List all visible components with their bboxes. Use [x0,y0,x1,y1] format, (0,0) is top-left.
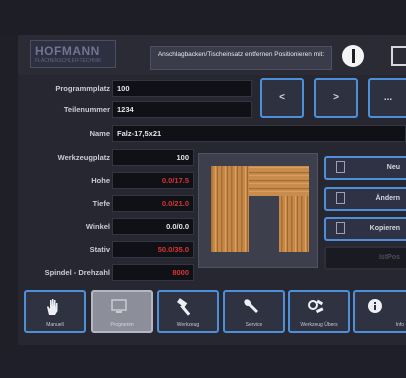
tools-overview-icon [308,299,324,314]
new-button[interactable]: Neu [324,156,406,180]
monitor-icon [111,299,127,313]
tab-info-label: Info [395,322,404,328]
label-name: Name [89,129,110,138]
edit-button[interactable]: Ändern [324,187,406,211]
label-teilenummer: Teilenummer [63,105,110,114]
label-spindel: Spindel - Drehzahl [44,268,110,277]
tab-service[interactable]: Service [223,290,285,333]
programmplatz-field[interactable]: 100 [112,80,252,97]
label-hohe: Hohe [91,176,110,185]
top-blank-area [0,0,406,35]
tab-werkzeug-ubers-label: Werkzeug Übers [300,322,338,328]
tab-info[interactable]: Info [353,290,406,333]
spindel-field[interactable]: 8000 [112,264,194,281]
tab-programm[interactable]: Programm [91,290,153,333]
istpos-label: IstPos [378,254,400,261]
wrench-icon [244,299,258,313]
tab-werkzeug-label: Werkzeug [176,322,200,328]
status-message: Anschlagbacken/Tischeinsatz entfernen Po… [150,46,332,70]
hohe-field[interactable]: 0.0/17.5 [112,172,194,189]
prev-button[interactable]: < [260,78,304,118]
logo-text: HOFMANN [35,44,100,58]
copy-document-icon [336,222,345,234]
label-programmplatz: Programmplatz [55,84,110,93]
tab-programm-label: Programm [110,322,134,328]
info-icon-bar [352,49,355,63]
istpos-button[interactable]: IstPos [324,246,406,270]
copy-button[interactable]: Kopieren [324,217,406,241]
label-tiefe: Tiefe [92,199,110,208]
info-tab-icon [368,299,382,313]
hand-icon [47,299,58,315]
stativ-field[interactable]: 50.0/35.0 [112,241,194,258]
tiefe-field[interactable]: 0.0/21.0 [112,195,194,212]
name-field[interactable]: Falz-17,5x21 [112,125,406,142]
label-stativ: Stativ [89,245,110,254]
new-label: Neu [386,164,400,171]
tab-manuell[interactable]: Manuell [24,290,86,333]
more-button[interactable]: ... [368,78,406,118]
calculator-icon[interactable] [391,46,406,66]
new-document-icon [336,161,345,173]
wood-profile-image [211,166,309,252]
copy-label: Kopieren [369,225,400,232]
tab-werkzeug-ubers[interactable]: Werkzeug Übers [288,290,350,333]
label-werkzeugplatz: Werkzeugplatz [57,153,110,162]
bottom-blank-area [0,345,406,378]
winkel-field[interactable]: 0.0/0.0 [112,218,194,235]
edit-document-icon [336,192,345,204]
hofmann-logo: HOFMANN FLÄCHENSCHLEIFTECHNIK [30,40,116,68]
tab-manuell-label: Manuell [46,322,64,328]
label-winkel: Winkel [85,222,110,231]
tab-service-label: Service [245,322,263,328]
edit-label: Ändern [375,195,401,202]
logo-subtitle: FLÄCHENSCHLEIFTECHNIK [35,58,102,64]
next-button[interactable]: > [314,78,358,118]
teilenummer-field[interactable]: 1234 [112,101,252,118]
werkzeugplatz-field[interactable]: 100 [112,149,194,166]
profile-preview [198,153,318,268]
hammer-icon [177,298,191,316]
tab-werkzeug[interactable]: Werkzeug [157,290,219,333]
